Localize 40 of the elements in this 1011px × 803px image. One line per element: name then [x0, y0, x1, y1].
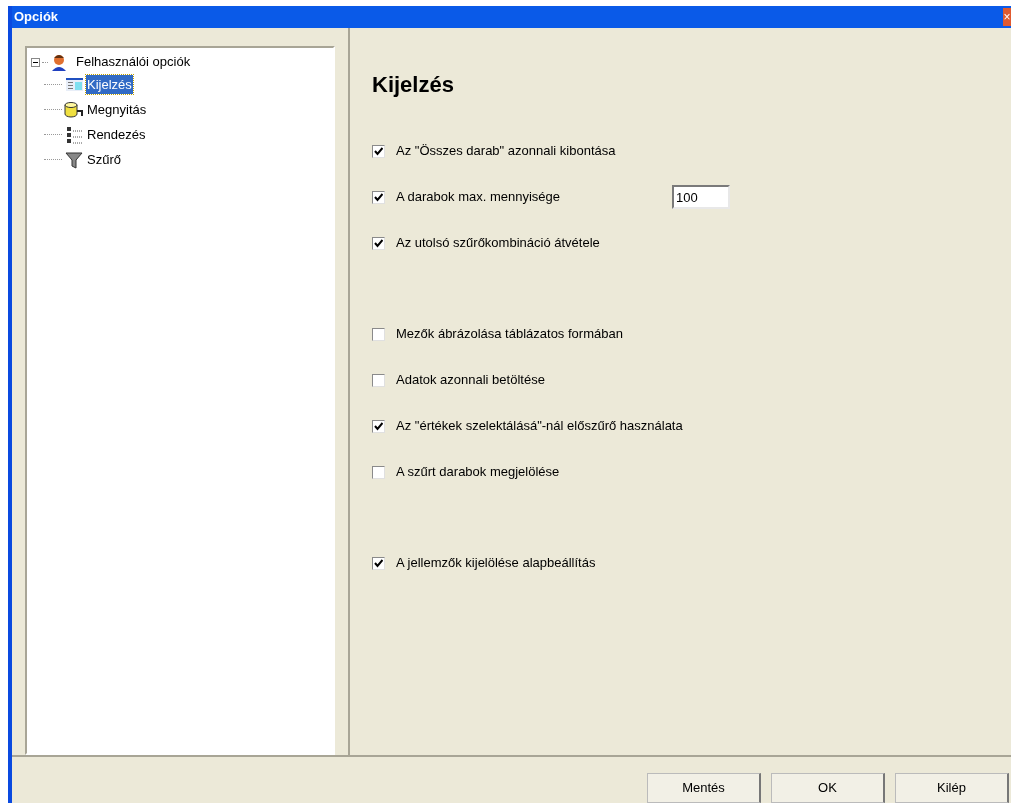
tree-item[interactable]: Felhasználói opciók: [76, 52, 191, 72]
check-icon: [374, 238, 383, 248]
option-label: Adatok azonnali betöltése: [396, 371, 546, 390]
checkbox[interactable]: [372, 556, 385, 570]
dialog-button[interactable]: Kilép: [895, 773, 1009, 803]
checkbox[interactable]: [372, 419, 385, 433]
tree-item[interactable]: Kijelzés: [86, 74, 133, 95]
check-icon: [374, 146, 383, 156]
collapse-toggle[interactable]: [31, 57, 40, 67]
dialog-button[interactable]: Mentés: [647, 773, 761, 803]
checkbox[interactable]: [372, 236, 385, 250]
tree-item[interactable]: Rendezés: [86, 124, 147, 145]
person-icon: [50, 53, 68, 71]
database-icon: [64, 101, 84, 118]
sort-list-icon: [65, 125, 83, 144]
dialog-button[interactable]: OK: [771, 773, 885, 803]
checkbox[interactable]: [372, 465, 385, 479]
table-icon: [65, 78, 83, 91]
tree-item[interactable]: Megnyitás: [86, 99, 148, 120]
checkbox[interactable]: [372, 190, 385, 204]
option-label: A darabok max. mennyisége: [396, 188, 562, 207]
checkbox[interactable]: [372, 327, 385, 341]
option-label: A jellemzők kijelölése alapbeállítás: [396, 554, 597, 573]
tree-item[interactable]: Szűrő: [86, 149, 122, 170]
number-field[interactable]: 100: [672, 185, 730, 209]
check-icon: [374, 192, 383, 202]
option-label: Az "értékek szelektálásá"-nál előszűrő használata: [396, 417, 683, 436]
filter-icon: [65, 150, 83, 169]
option-label: A szűrt darabok megjelölése: [396, 463, 561, 482]
check-icon: [374, 558, 383, 568]
checkbox[interactable]: [372, 373, 385, 387]
option-label: Az utolsó szűrőkombináció átvétele: [396, 234, 601, 253]
option-label: Mezők ábrázolása táblázatos formában: [396, 325, 624, 344]
minus-icon: [33, 59, 38, 65]
section-heading: Kijelzés: [372, 71, 455, 99]
option-label: Az "Összes darab" azonnali kibontása: [396, 142, 617, 161]
checkbox[interactable]: [372, 144, 385, 158]
window-title: Opciók: [14, 8, 59, 27]
close-button[interactable]: ×: [1003, 8, 1011, 26]
check-icon: [374, 421, 383, 431]
